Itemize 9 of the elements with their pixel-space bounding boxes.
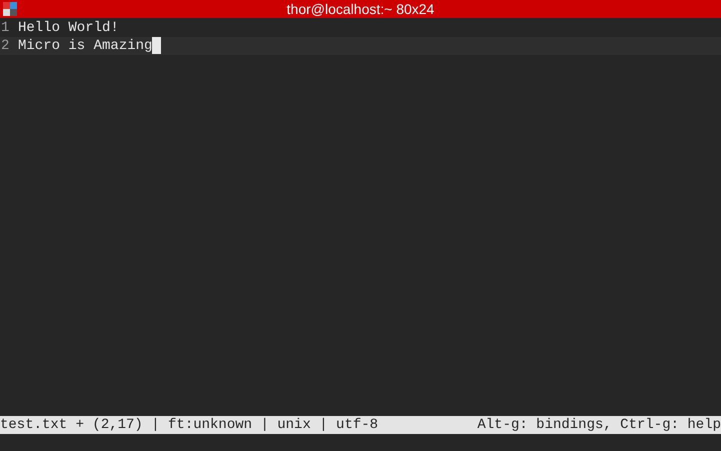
line-number: 1 <box>0 19 10 37</box>
file-status: test.txt + (2,17) | ft:unknown | unix | utf-8 <box>0 416 378 434</box>
window-title: thor@localhost:~ 80x24 <box>286 0 434 18</box>
text-cursor <box>152 37 162 54</box>
line-text: Hello World! <box>18 19 120 37</box>
line-text: Micro is Amazing <box>18 37 721 55</box>
key-hints: Alt-g: bindings, Ctrl-g: help <box>477 416 721 434</box>
line-number: 2 <box>0 37 18 55</box>
terminal-app-icon <box>3 2 17 16</box>
